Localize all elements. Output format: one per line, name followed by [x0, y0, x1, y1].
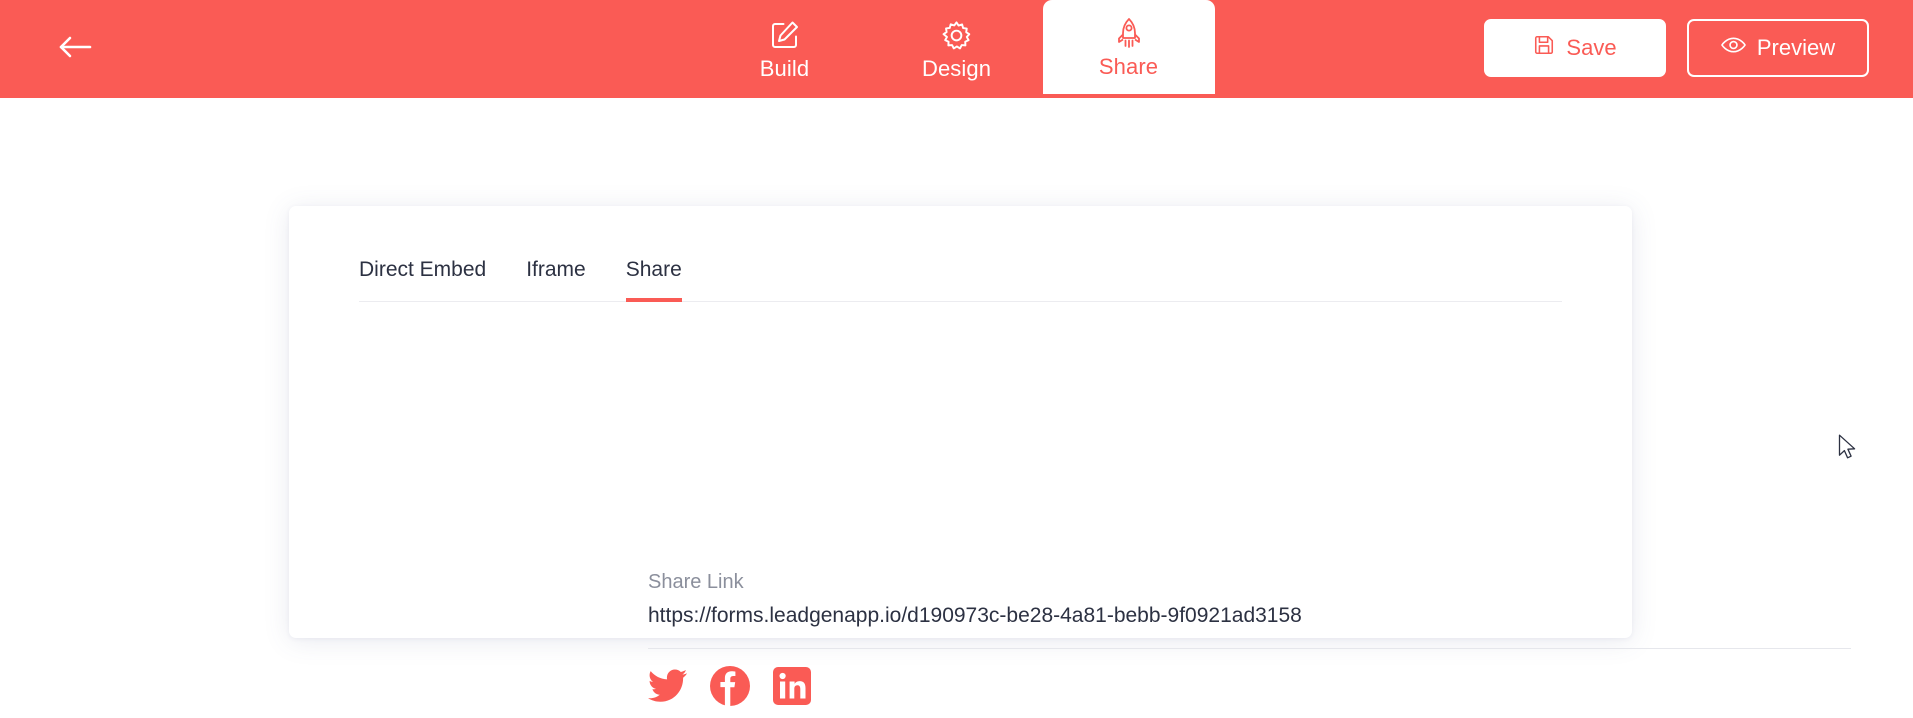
- linkedin-icon: [772, 666, 812, 711]
- share-facebook-button[interactable]: [708, 666, 752, 710]
- app-header: Build Design Share: [0, 0, 1913, 98]
- save-button-label: Save: [1566, 35, 1616, 61]
- nav-tab-build-label: Build: [760, 56, 809, 82]
- tab-iframe[interactable]: Iframe: [526, 258, 586, 302]
- pencil-square-icon: [769, 17, 801, 51]
- arrow-left-icon: [58, 34, 92, 65]
- social-share-buttons: [646, 666, 814, 710]
- twitter-icon: [648, 669, 688, 708]
- gear-icon: [941, 17, 972, 51]
- mouse-cursor: [1838, 434, 1858, 467]
- nav-tab-share[interactable]: Share: [1043, 0, 1215, 94]
- back-button[interactable]: [55, 33, 95, 65]
- floppy-disk-icon: [1533, 34, 1555, 62]
- primary-nav-tabs: Build Design Share: [699, 0, 1215, 98]
- eye-icon: [1721, 35, 1746, 61]
- main-content: Direct Embed Iframe Share Share Link htt…: [0, 98, 1913, 718]
- facebook-icon: [709, 665, 751, 712]
- nav-tab-design-label: Design: [922, 56, 991, 82]
- share-linkedin-button[interactable]: [770, 666, 814, 710]
- nav-tab-build[interactable]: Build: [699, 0, 871, 98]
- preview-button[interactable]: Preview: [1687, 19, 1869, 77]
- share-link-input[interactable]: https://forms.leadgenapp.io/d190973c-be2…: [648, 604, 1851, 649]
- share-twitter-button[interactable]: [646, 666, 690, 710]
- share-panel-tabs: Direct Embed Iframe Share: [359, 258, 1562, 302]
- save-button[interactable]: Save: [1484, 19, 1666, 77]
- share-panel-card: Direct Embed Iframe Share Share Link htt…: [289, 206, 1632, 638]
- tab-direct-embed[interactable]: Direct Embed: [359, 258, 486, 302]
- tab-share[interactable]: Share: [626, 258, 682, 302]
- nav-tab-share-label: Share: [1099, 54, 1158, 80]
- rocket-icon: [1116, 15, 1142, 49]
- share-link-label: Share Link: [648, 571, 744, 594]
- nav-tab-design[interactable]: Design: [871, 0, 1043, 98]
- header-actions: Save Preview: [1484, 19, 1869, 77]
- preview-button-label: Preview: [1757, 35, 1835, 61]
